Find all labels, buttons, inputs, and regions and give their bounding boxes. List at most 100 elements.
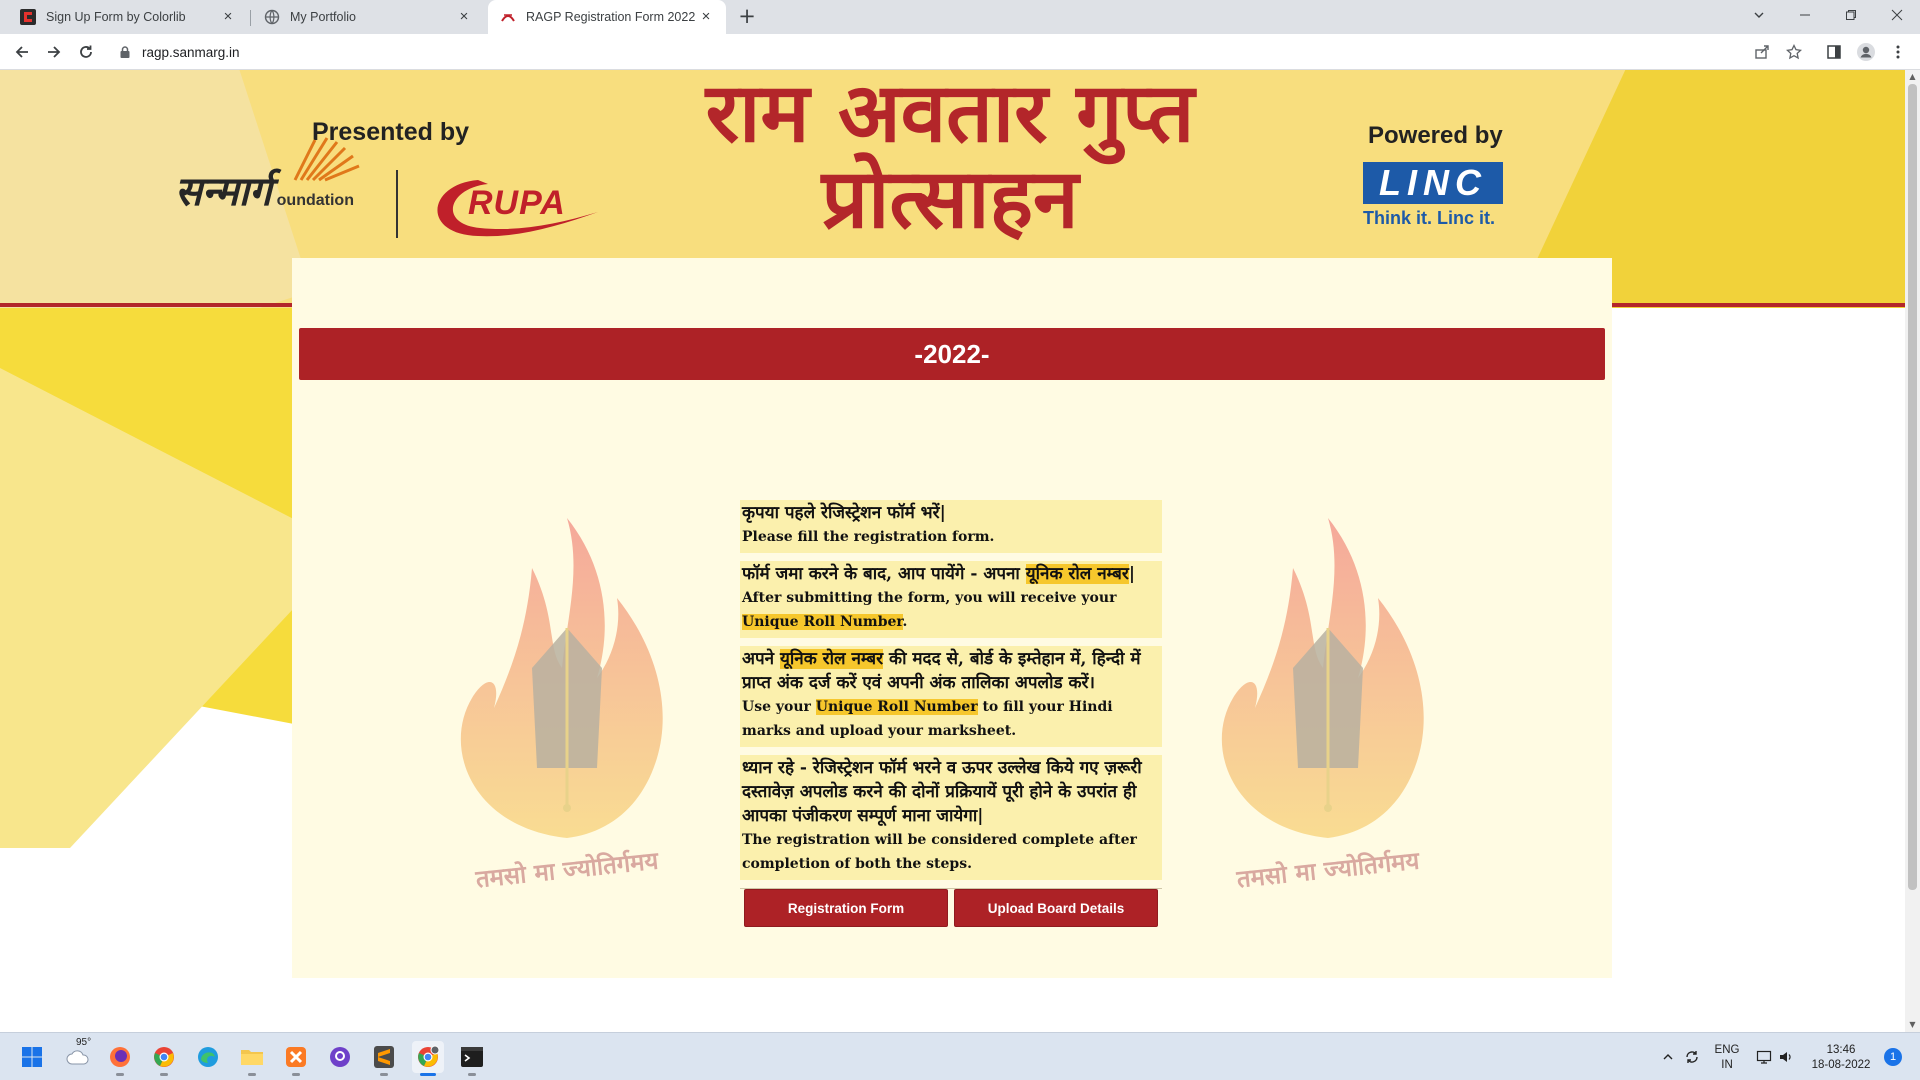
emblem-motto: तमसो मा ज्योतिर्गमय bbox=[1235, 845, 1421, 894]
running-indicator bbox=[468, 1073, 476, 1076]
sync-icon[interactable] bbox=[1680, 1041, 1704, 1073]
instruction-block-4: ध्यान रहे - रेजिस्ट्रेशन फॉर्म भरने व ऊप… bbox=[740, 755, 1162, 880]
new-tab-button[interactable]: + bbox=[735, 5, 759, 29]
profile-avatar-icon[interactable] bbox=[1854, 40, 1878, 64]
browser-toolbar: ragp.sanmarg.in bbox=[0, 34, 1920, 70]
tab-title: My Portfolio bbox=[290, 10, 356, 24]
instruction-3-english: Use your Unique Roll Number to fill your… bbox=[742, 699, 1113, 739]
linc-tagline: Think it. Linc it. bbox=[1363, 208, 1495, 228]
ragp-title: राम अवतार गुप्त प्रोत्साहन bbox=[640, 70, 1260, 242]
sanmarg-foundation-logo: सन्मार्ग oundation bbox=[175, 137, 360, 217]
tab-search-chevron-icon[interactable] bbox=[1736, 0, 1782, 30]
logo-divider bbox=[396, 170, 398, 238]
clock-time: 13:46 bbox=[1826, 1044, 1856, 1056]
instruction-1-english: Please fill the registration form. bbox=[742, 529, 995, 545]
share-icon[interactable] bbox=[1750, 40, 1774, 64]
instruction-1-hindi: कृपया पहले रेजिस्ट्रेशन फॉर्म भरें| bbox=[742, 503, 946, 523]
close-window-button[interactable] bbox=[1874, 0, 1920, 30]
volume-icon[interactable] bbox=[1774, 1041, 1798, 1073]
instruction-2-english: After submitting the form, you will rece… bbox=[742, 590, 1117, 630]
windows-taskbar: 95° ENG IN 13:46 18-08-2022 1 bbox=[0, 1032, 1920, 1080]
cloud-icon bbox=[66, 1050, 89, 1065]
bookmark-star-icon[interactable] bbox=[1782, 40, 1806, 64]
running-indicator bbox=[420, 1073, 436, 1076]
running-indicator bbox=[248, 1073, 256, 1076]
sublime-text-icon[interactable] bbox=[368, 1041, 400, 1076]
instruction-4-hindi: ध्यान रहे - रेजिस्ट्रेशन फॉर्म भरने व ऊप… bbox=[742, 758, 1142, 826]
firefox-icon[interactable] bbox=[104, 1041, 136, 1076]
forward-arrow-icon[interactable] bbox=[40, 38, 68, 66]
powered-by-label: Powered by bbox=[1368, 122, 1503, 149]
network-icon[interactable] bbox=[1752, 1041, 1776, 1073]
left-torch-emblem: तमसो मा ज्योतिर्गमय bbox=[432, 508, 702, 908]
lock-icon bbox=[120, 46, 130, 58]
foundation-logo-text: oundation bbox=[276, 192, 354, 209]
edge-icon[interactable] bbox=[192, 1041, 224, 1073]
tab-sign-up-form[interactable]: Sign Up Form by Colorlib × bbox=[8, 0, 248, 34]
rupa-logo-text: RUPA bbox=[468, 184, 566, 222]
xampp-icon[interactable] bbox=[280, 1041, 312, 1076]
tab-my-portfolio[interactable]: My Portfolio × bbox=[252, 0, 484, 34]
close-tab-icon[interactable]: × bbox=[220, 9, 236, 25]
year-banner: -2022- bbox=[299, 328, 1605, 380]
torch-pen-icon bbox=[1221, 518, 1424, 838]
github-desktop-icon[interactable] bbox=[324, 1041, 356, 1073]
instruction-4-english: The registration will be considered comp… bbox=[742, 832, 1137, 872]
close-tab-icon[interactable]: × bbox=[698, 9, 714, 25]
more-menu-icon[interactable] bbox=[1886, 40, 1910, 64]
right-torch-emblem: तमसो मा ज्योतिर्गमय bbox=[1193, 508, 1463, 908]
restore-window-button[interactable] bbox=[1828, 0, 1874, 30]
file-explorer-icon[interactable] bbox=[236, 1041, 268, 1076]
weather-widget[interactable]: 95° bbox=[62, 1037, 94, 1073]
page-scrollbar[interactable]: ▲ ▼ bbox=[1905, 70, 1920, 1032]
sanmarg-logo-text: सन्मार्ग bbox=[175, 168, 272, 215]
running-indicator bbox=[116, 1073, 124, 1076]
unique-roll-highlight: यूनिक रोल नम्बर bbox=[780, 649, 884, 669]
unique-roll-highlight: Unique Roll Number bbox=[815, 699, 978, 715]
scrollbar-thumb[interactable] bbox=[1908, 84, 1917, 890]
unique-roll-highlight: Unique Roll Number bbox=[742, 614, 903, 630]
clock-date: 18-08-2022 bbox=[1811, 1059, 1871, 1071]
windows-start-icon[interactable] bbox=[16, 1041, 48, 1073]
notification-badge[interactable]: 1 bbox=[1884, 1048, 1902, 1066]
instruction-block-3: अपने यूनिक रोल नम्बर की मदद से, बोर्ड के… bbox=[740, 646, 1162, 747]
scroll-down-arrow-icon[interactable]: ▼ bbox=[1905, 1018, 1920, 1032]
sunburst-icon bbox=[293, 137, 360, 182]
show-hidden-icons-chevron-icon[interactable] bbox=[1656, 1041, 1680, 1073]
instruction-2-hindi: फॉर्म जमा करने के बाद, आप पायेंगे - अपना… bbox=[742, 564, 1136, 584]
globe-icon bbox=[264, 9, 280, 25]
scroll-up-arrow-icon[interactable]: ▲ bbox=[1905, 70, 1920, 84]
terminal-icon[interactable] bbox=[456, 1041, 488, 1076]
tab-ragp-registration[interactable]: RAGP Registration Form 2022 × bbox=[488, 0, 726, 34]
chrome-icon[interactable] bbox=[148, 1041, 180, 1076]
side-panel-icon[interactable] bbox=[1822, 40, 1846, 64]
close-tab-icon[interactable]: × bbox=[456, 9, 472, 25]
weather-temp: 95° bbox=[76, 1037, 92, 1048]
instruction-block-2: फॉर्म जमा करने के बाद, आप पायेंगे - अपना… bbox=[740, 561, 1162, 638]
back-arrow-icon[interactable] bbox=[8, 38, 36, 66]
address-bar[interactable]: ragp.sanmarg.in bbox=[110, 38, 1780, 66]
reload-icon[interactable] bbox=[72, 38, 100, 66]
registration-form-button[interactable]: Registration Form bbox=[744, 889, 948, 927]
instruction-block-1: कृपया पहले रेजिस्ट्रेशन फॉर्म भरें| Plea… bbox=[740, 500, 1162, 553]
minimize-window-button[interactable] bbox=[1782, 0, 1828, 30]
instruction-3-hindi: अपने यूनिक रोल नम्बर की मदद से, बोर्ड के… bbox=[742, 649, 1141, 693]
rupa-logo: RUPA bbox=[418, 174, 608, 244]
tab-divider bbox=[250, 10, 251, 26]
torch-pen-icon bbox=[460, 518, 663, 838]
running-indicator bbox=[160, 1073, 168, 1076]
unique-roll-highlight: यूनिक रोल नम्बर bbox=[1025, 564, 1129, 584]
chrome-profile-icon[interactable] bbox=[412, 1041, 444, 1076]
emblem-motto: तमसो मा ज्योतिर्गमय bbox=[474, 845, 660, 894]
running-indicator bbox=[380, 1073, 388, 1076]
language-indicator[interactable]: ENG IN bbox=[1712, 1043, 1742, 1073]
tab-title: Sign Up Form by Colorlib bbox=[46, 10, 186, 24]
ragp-favicon-icon bbox=[501, 14, 515, 22]
url-text: ragp.sanmarg.in bbox=[142, 44, 240, 60]
language-code: ENG bbox=[1714, 1044, 1740, 1056]
upload-board-details-button[interactable]: Upload Board Details bbox=[954, 889, 1158, 927]
ragp-title-line1: राम अवतार गुप्त bbox=[705, 70, 1195, 161]
ragp-title-line2: प्रोत्साहन bbox=[821, 151, 1079, 248]
tab-title: RAGP Registration Form 2022 bbox=[526, 10, 696, 24]
clock[interactable]: 13:46 18-08-2022 bbox=[1806, 1043, 1876, 1073]
